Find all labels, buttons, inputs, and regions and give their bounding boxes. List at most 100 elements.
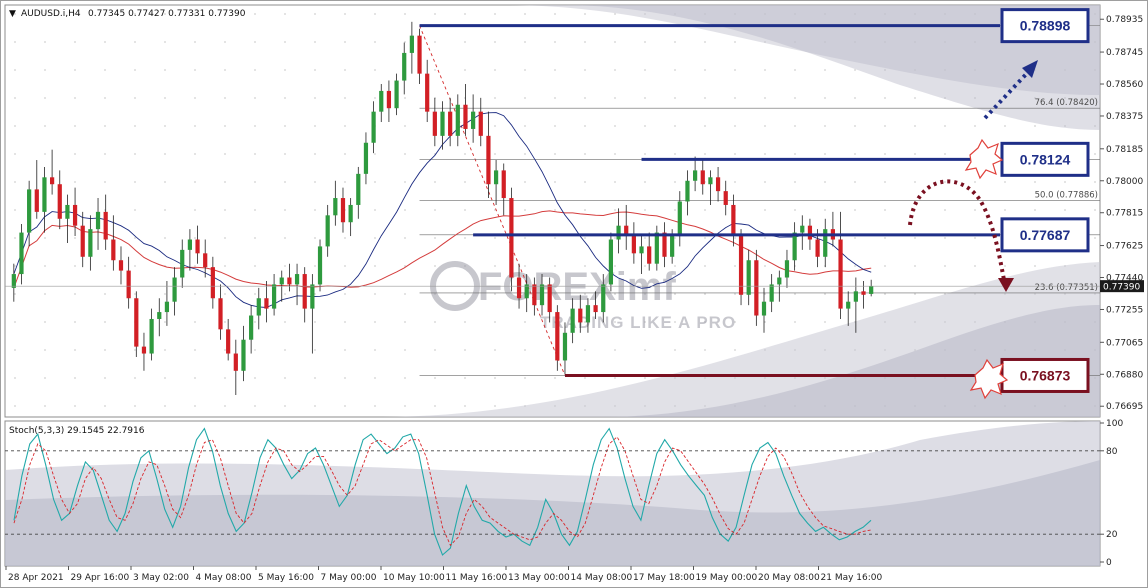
level-box-label: 0.78898 bbox=[1020, 18, 1071, 34]
candle-body bbox=[409, 35, 414, 53]
stoch-tick-label: 100 bbox=[1106, 419, 1123, 429]
ohlc-readout: 0.77345 0.77427 0.77331 0.77390 bbox=[88, 9, 246, 19]
price-tick-label: 0.76880 bbox=[1106, 370, 1143, 380]
candle-body bbox=[670, 236, 675, 257]
candle-body bbox=[34, 189, 39, 212]
candle-body bbox=[486, 135, 491, 185]
time-tick-label: 5 May 16:00 bbox=[258, 573, 314, 583]
candle-body bbox=[685, 180, 690, 202]
candle-body bbox=[310, 284, 315, 309]
collapse-triangle-icon[interactable]: ▼ bbox=[9, 9, 16, 19]
stoch-tick-label: 20 bbox=[1106, 530, 1118, 540]
candle-body bbox=[195, 239, 200, 254]
candle-body bbox=[72, 204, 78, 226]
candle-body bbox=[448, 111, 453, 136]
candle-body bbox=[769, 284, 774, 302]
candle bbox=[738, 229, 744, 306]
candle-body bbox=[432, 111, 437, 136]
candle-body bbox=[784, 260, 790, 278]
candle-body bbox=[532, 284, 537, 306]
candle-body bbox=[585, 305, 591, 323]
watermark-tagline: TRADING LIKE A PRO bbox=[540, 313, 736, 332]
candle-body bbox=[279, 277, 284, 285]
candle-body bbox=[356, 173, 361, 205]
candle-body bbox=[501, 170, 506, 199]
candle-body bbox=[348, 204, 353, 223]
candle-body bbox=[846, 301, 851, 309]
candle-body bbox=[302, 274, 307, 309]
candle-body bbox=[869, 286, 874, 294]
candle bbox=[317, 239, 323, 292]
candle-body bbox=[800, 225, 805, 233]
candle-body bbox=[325, 215, 330, 247]
candle-body bbox=[823, 229, 828, 257]
time-tick-label: 20 May 08:00 bbox=[758, 573, 820, 583]
candle-body bbox=[180, 249, 185, 278]
candle-body bbox=[249, 315, 254, 340]
stoch-tick-label: 0 bbox=[1106, 558, 1112, 568]
price-tick-label: 0.78375 bbox=[1106, 112, 1143, 122]
candle-body bbox=[126, 270, 131, 299]
time-tick-label: 4 May 08:00 bbox=[196, 573, 252, 583]
candle-body bbox=[95, 211, 101, 230]
candle-body bbox=[815, 239, 820, 257]
candle-body bbox=[639, 246, 644, 254]
candle-body bbox=[601, 284, 606, 313]
candle-body bbox=[715, 177, 721, 192]
candle-body bbox=[463, 104, 468, 129]
candle-body bbox=[754, 260, 759, 316]
level-box-label: 0.77687 bbox=[1020, 227, 1071, 243]
time-tick-label: 28 Apr 2021 bbox=[8, 573, 64, 583]
candle-body bbox=[417, 35, 422, 74]
time-tick-label: 14 May 08:00 bbox=[571, 573, 633, 583]
candle-body bbox=[256, 298, 261, 316]
candle-body bbox=[118, 260, 124, 271]
candle-body bbox=[394, 80, 399, 109]
candle-body bbox=[647, 246, 652, 264]
candle-body bbox=[509, 198, 514, 278]
candle-body bbox=[111, 239, 116, 261]
candle-body bbox=[317, 246, 323, 285]
candle-body bbox=[578, 308, 583, 323]
candle-body bbox=[363, 142, 369, 174]
price-tick-label: 0.78000 bbox=[1106, 177, 1143, 187]
price-tick-label: 0.77815 bbox=[1106, 209, 1143, 219]
candle-body bbox=[807, 225, 813, 240]
stoch-header: Stoch(5,3,3) 29.1545 22.7916 bbox=[9, 426, 145, 436]
candle-body bbox=[440, 111, 445, 136]
candle-body bbox=[88, 229, 93, 257]
candle-body bbox=[708, 177, 713, 185]
candle-body bbox=[264, 298, 269, 309]
candle-body bbox=[49, 177, 55, 185]
time-tick-label: 3 May 02:00 bbox=[133, 573, 189, 583]
candle-body bbox=[333, 198, 338, 216]
fibo-label: 76.4 (0.78420) bbox=[1035, 98, 1098, 108]
price-tick-label: 0.77065 bbox=[1106, 338, 1143, 348]
candle-body bbox=[654, 232, 659, 264]
price-tick-label: 0.78560 bbox=[1106, 80, 1143, 90]
candle-body bbox=[11, 274, 16, 288]
watermark-brand: FOREXimf bbox=[478, 265, 676, 309]
price-tick-label: 0.78185 bbox=[1106, 145, 1143, 155]
candle-body bbox=[218, 298, 223, 330]
candle-body bbox=[570, 308, 575, 333]
candle-body bbox=[777, 277, 782, 285]
time-tick-label: 21 May 16:00 bbox=[821, 573, 883, 583]
candle-body bbox=[203, 253, 208, 268]
candle-body bbox=[340, 198, 346, 223]
time-tick-label: 13 May 00:00 bbox=[508, 573, 570, 583]
fibo-label: 23.6 (0.77351) bbox=[1035, 283, 1098, 293]
candle-body bbox=[134, 298, 139, 347]
candle-body bbox=[524, 284, 529, 299]
candle-body bbox=[187, 239, 192, 250]
candle bbox=[754, 249, 759, 326]
candle-body bbox=[172, 277, 177, 302]
candle-body bbox=[516, 277, 522, 299]
time-tick-label: 10 May 10:00 bbox=[383, 573, 445, 583]
candle-body bbox=[731, 204, 736, 237]
level-box-label: 0.76873 bbox=[1020, 367, 1071, 383]
candle-body bbox=[271, 284, 277, 309]
candle-body bbox=[471, 111, 476, 129]
current-price-label: 0.77390 bbox=[1103, 283, 1140, 293]
candle-body bbox=[149, 318, 154, 354]
